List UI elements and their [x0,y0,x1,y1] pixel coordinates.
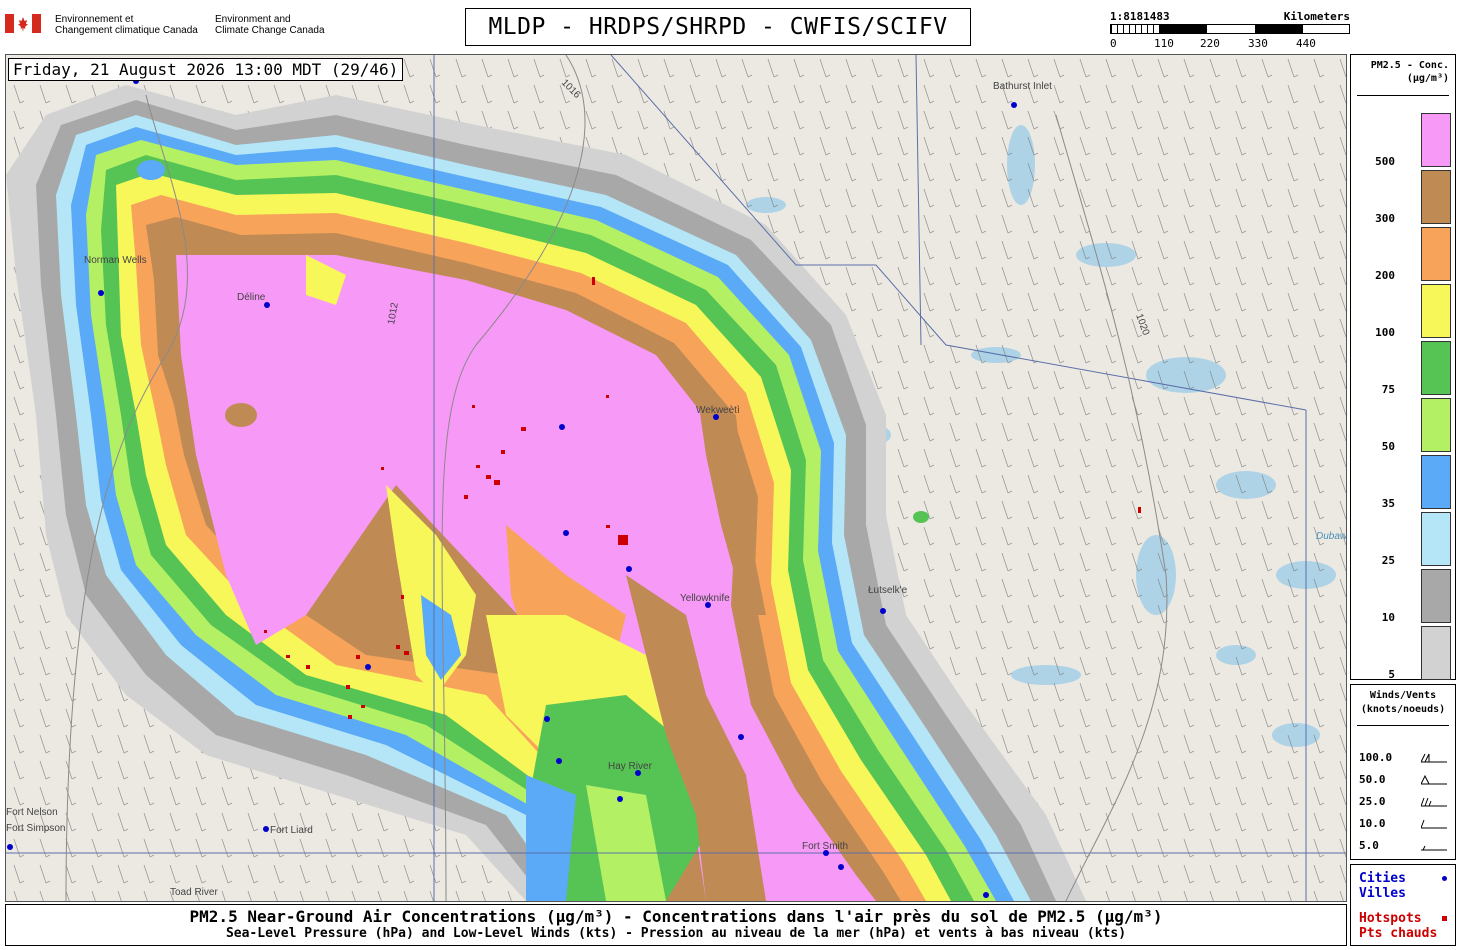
scale-tick: 0 [1110,37,1117,50]
agency-name-fr: Environnement et Changement climatique Ca… [55,14,198,36]
page-title: MLDP - HRDPS/SHRPD - CWFIS/SCIFV [465,8,971,46]
wind-speed-label: 25.0 [1359,795,1386,808]
map-caption: PM2.5 Near-Ground Air Concentrations (µg… [5,904,1347,946]
wind-speed-label: 10.0 [1359,817,1386,830]
city-dot-icon [1442,876,1447,881]
legend-bin-label: 300 [1375,212,1395,225]
markers-legend: Cities Villes Hotspots Pts chauds [1350,864,1456,946]
city-label: Fort Smith [802,841,848,852]
legend-swatch [1421,284,1451,338]
hotspot-square-icon [1442,916,1447,921]
legend-swatch [1421,341,1451,395]
caption-line-2: Sea-Level Pressure (hPa) and Low-Level W… [225,926,1127,941]
legend-bin-label: 25 [1381,554,1395,567]
winds-legend: Winds/Vents (knots/noeuds) 100.0 50.0 25.… [1350,684,1456,860]
city-label: Fort Nelson [6,807,58,818]
legend-bin-label: 10 [1381,611,1395,624]
legend-swatch [1421,569,1451,623]
legend-swatch [1421,512,1451,566]
legend-bin-label: 200 [1375,269,1395,282]
scale-tick: 220 [1200,37,1220,50]
map-canvas: Bathurst Inlet Norman Wells Déline Wekwe… [6,55,1346,901]
scale-units: Kilometers [1283,10,1350,23]
city-label: Déline [237,292,266,303]
caption-line-1: PM2.5 Near-Ground Air Concentrations (µg… [189,907,1163,926]
legend-swatch [1421,398,1451,452]
city-label: Yellowknife [680,593,730,604]
scale-ratio: 1:8181483 [1110,10,1170,23]
scale-tick: 110 [1154,37,1174,50]
forecast-datetime: Friday, 21 August 2026 13:00 MDT (29/46) [8,58,404,81]
legend-swatch [1421,113,1451,167]
scale-track [1110,24,1350,34]
legend-title: PM2.5 - Conc. (µg/m³) [1370,60,1449,84]
legend-swatch [1421,626,1451,680]
wind-speed-label: 50.0 [1359,773,1386,786]
legend-bin-label: 5 [1388,668,1395,681]
legend-bin-label: 100 [1375,326,1395,339]
wind-barb-icons [1421,753,1447,851]
legend-swatch [1421,455,1451,509]
smoke-forecast-map[interactable]: Bathurst Inlet Norman Wells Déline Wekwe… [5,54,1347,902]
scale-bar: 1:8181483 Kilometers 0 110 220 330 440 [1110,10,1350,50]
legend-bin-label: 500 [1375,155,1395,168]
pm25-legend: PM2.5 - Conc. (µg/m³) 500 300 200 100 75 50 35 2… [1350,54,1456,681]
wind-speed-label: 5.0 [1359,839,1379,852]
city-label: Łutselk'e [868,585,908,596]
legend-bin-label: 50 [1381,440,1395,453]
city-label: Fort Simpson [6,823,65,834]
agency-name-en: Environment and Climate Change Canada [215,14,325,36]
city-label: Bathurst Inlet [993,81,1052,92]
city-label: Fort Liard [270,825,313,836]
hotspots-legend-label: Hotspots Pts chauds [1359,911,1438,941]
cities-legend-label: Cities Villes [1359,871,1406,901]
legend-bin-label: 75 [1381,383,1395,396]
legend-swatch [1421,170,1451,224]
city-label: Wekweètì [696,405,740,416]
scale-tick: 330 [1248,37,1268,50]
city-label: Hay River [608,761,653,772]
wind-speed-label: 100.0 [1359,751,1393,764]
legend-swatch [1421,227,1451,281]
lake-label: Dubawnt Lake [1316,531,1346,542]
city-label: Toad River [170,887,218,898]
city-label: Norman Wells [84,255,147,266]
scale-tick: 440 [1296,37,1316,50]
legend-bin-label: 35 [1381,497,1395,510]
winds-legend-title: Winds/Vents (knots/noeuds) [1360,690,1446,715]
canada-flag-icon [5,14,41,33]
